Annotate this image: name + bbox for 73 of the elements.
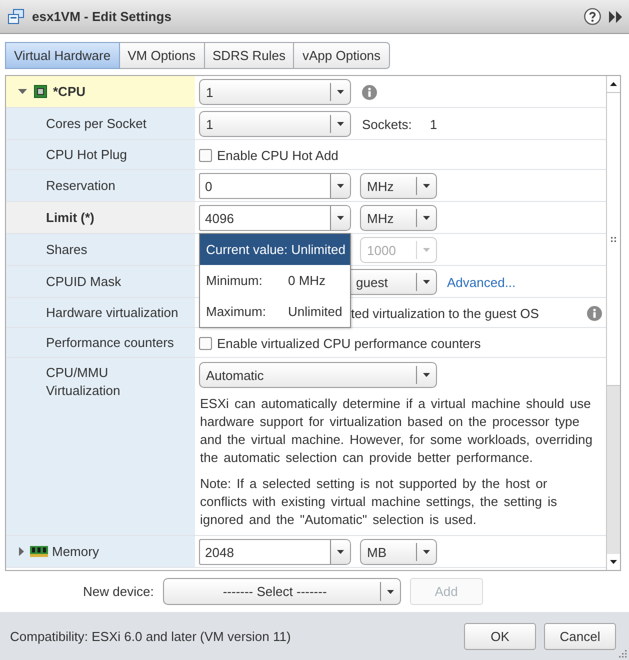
scrollbar-thumb[interactable] xyxy=(607,92,620,386)
setting-label: Performance counters xyxy=(46,334,174,352)
window-title: esx1VM - Edit Settings xyxy=(32,9,172,24)
help-text: ESXi can automatically determine if a virtual machine should use hardware support for virtualization based on the processor type and the virtual machine. However, for some workloads, overriding the automatic selection can provide better performance. xyxy=(200,395,594,467)
new-device-label: New device: xyxy=(83,584,154,599)
setting-label: Shares xyxy=(46,240,88,258)
unit-dropdown[interactable]: MB xyxy=(360,539,437,565)
caret-icon xyxy=(423,216,430,220)
caret-icon xyxy=(337,216,344,220)
caret-icon xyxy=(337,550,344,554)
popup-label: Maximum: xyxy=(206,304,266,319)
popup-label: Minimum: xyxy=(206,273,262,288)
dropdown[interactable]: Automatic xyxy=(199,362,437,388)
unit-dropdown[interactable]: MHz xyxy=(360,205,437,231)
caret-icon xyxy=(337,184,344,188)
vm-icon xyxy=(8,8,24,24)
setting-label: CPU/MMU Virtualization xyxy=(46,364,122,400)
tab[interactable]: SDRS Rules xyxy=(204,42,294,69)
scroll-up-button[interactable] xyxy=(607,76,620,92)
caret-icon xyxy=(337,90,344,94)
checkbox-label: Enable virtualized CPU performance counters xyxy=(217,336,481,350)
popup-header: Current value: Unlimited xyxy=(200,234,350,265)
setting-label: Hardware virtualization xyxy=(46,304,178,322)
setting-label: CPU Hot Plug xyxy=(46,146,127,164)
chip-icon xyxy=(34,85,47,98)
dropdown[interactable]: 1 xyxy=(199,111,351,137)
checkbox[interactable] xyxy=(199,336,212,350)
help-text: Note: If a selected setting is not supported by the host or conflicts with existing virtual machine settings, the setting is ignored and the "Automatic" selection is used. xyxy=(200,475,558,529)
device-dropdown[interactable]: ------- Select ------- xyxy=(162,578,401,605)
compatibility-text: Compatibility: ESXi 6.0 and later (VM version 11) xyxy=(10,628,292,644)
caret-icon xyxy=(423,550,430,554)
unit-dropdown[interactable]: MHz xyxy=(360,173,437,199)
dropdown[interactable]: 1 xyxy=(199,79,351,105)
caret-icon xyxy=(386,590,394,594)
checkbox-label: Enable CPU Hot Add xyxy=(217,148,338,162)
info-icon[interactable] xyxy=(362,84,377,100)
caret-icon xyxy=(423,373,430,377)
advanced-link[interactable]: Advanced... xyxy=(447,274,516,290)
setting-label: Limit (*) xyxy=(46,208,94,226)
setting-label: Reservation xyxy=(46,176,116,194)
caret-icon xyxy=(337,122,344,126)
combo-box[interactable]: 0 xyxy=(199,173,351,199)
reading-label: Sockets: xyxy=(362,116,412,132)
combo-box[interactable]: 4096 xyxy=(199,205,351,231)
info-icon[interactable] xyxy=(587,306,602,320)
dialog-button[interactable]: Cancel xyxy=(544,622,616,650)
dropdown[interactable]: guest xyxy=(351,269,437,295)
grip-icon xyxy=(611,236,616,242)
scroll-down-button[interactable] xyxy=(607,554,620,570)
reading-value: 1 xyxy=(430,116,438,132)
tab[interactable]: Virtual Hardware xyxy=(5,42,120,69)
caret-icon xyxy=(423,280,430,284)
memory-module-icon xyxy=(30,546,48,557)
device-label: *CPU xyxy=(53,82,86,100)
help-icon[interactable] xyxy=(584,8,601,25)
collapsed-triangle-icon[interactable] xyxy=(19,547,24,556)
setting-label: CPUID Mask xyxy=(46,272,122,290)
option-text: ted virtualization to the guest OS xyxy=(351,306,539,320)
expanded-triangle-icon[interactable] xyxy=(18,89,27,94)
caret-icon xyxy=(423,184,430,188)
popup-value: 0 MHz xyxy=(288,273,326,288)
setting-label: Cores per Socket xyxy=(46,114,146,132)
device-label: Memory xyxy=(52,542,99,560)
popup-value: Unlimited xyxy=(288,304,342,319)
tab[interactable]: vApp Options xyxy=(293,42,390,69)
caret-icon xyxy=(423,248,430,252)
tab[interactable]: VM Options xyxy=(118,42,205,69)
dialog-button[interactable]: OK xyxy=(464,622,536,650)
resize-grip-icon[interactable] xyxy=(618,649,627,658)
scrollbar-track[interactable] xyxy=(606,76,620,570)
fast-forward-icon[interactable] xyxy=(609,10,622,22)
checkbox[interactable] xyxy=(199,148,212,162)
combo-box[interactable]: 2048 xyxy=(199,539,351,565)
